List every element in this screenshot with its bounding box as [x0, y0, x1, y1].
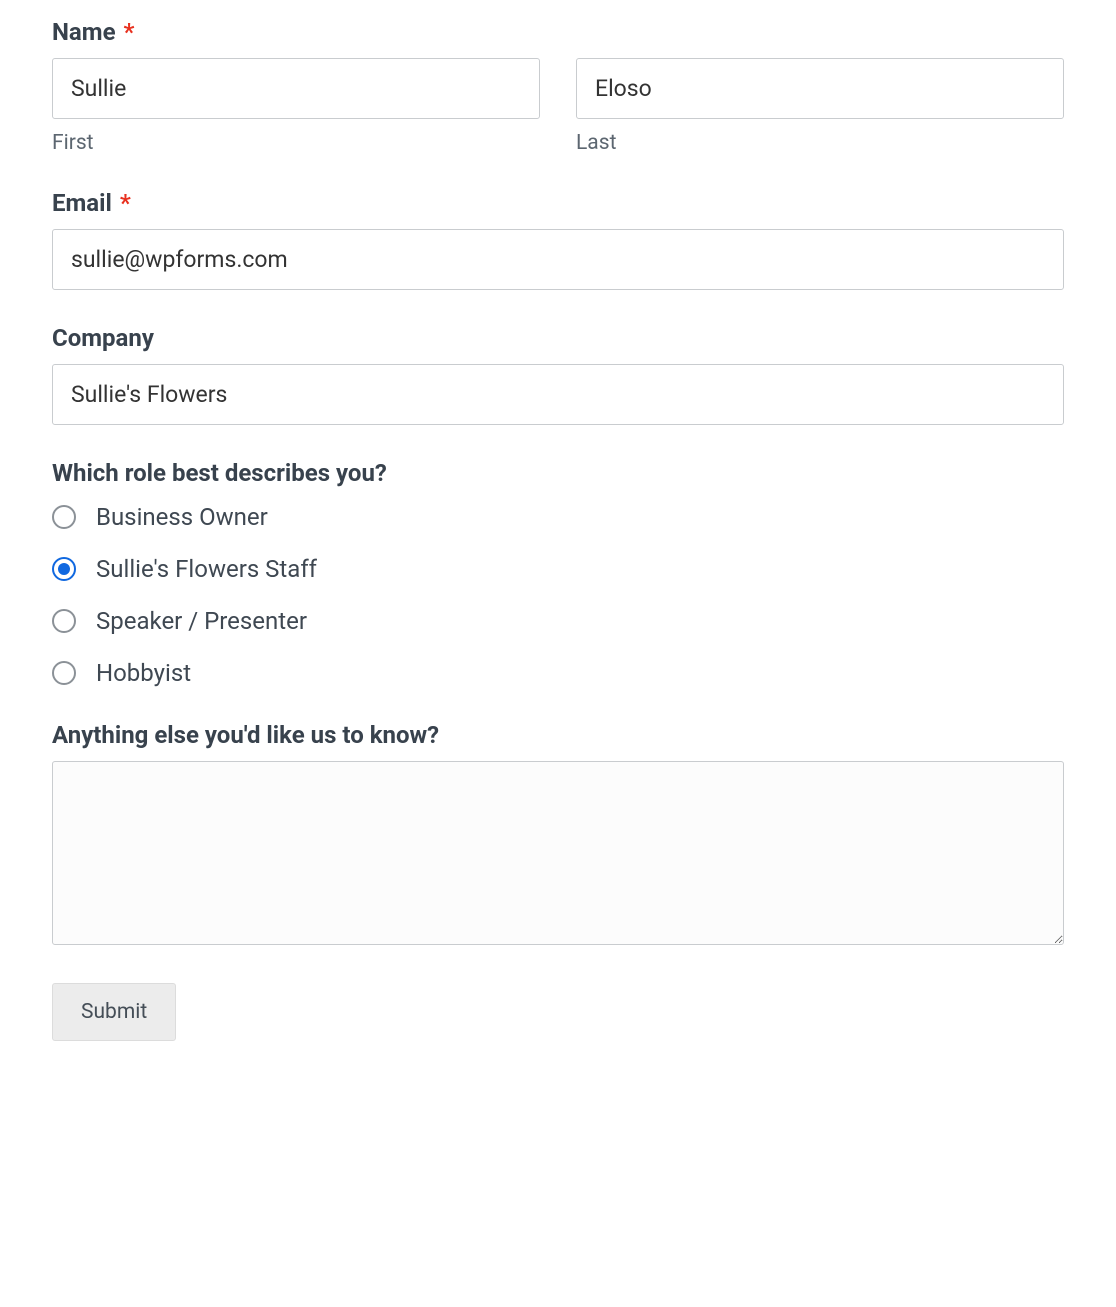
- comments-label: Anything else you'd like us to know?: [52, 721, 1064, 749]
- last-name-input[interactable]: [576, 58, 1064, 119]
- role-radio-label[interactable]: Business Owner: [96, 503, 268, 531]
- required-marker: *: [120, 189, 131, 217]
- role-radio-staff[interactable]: [52, 557, 76, 581]
- required-marker: *: [124, 18, 135, 46]
- comments-textarea[interactable]: [52, 761, 1064, 945]
- registration-form: Name * First Last Email * Company Which …: [52, 18, 1064, 1041]
- comments-field-group: Anything else you'd like us to know?: [52, 721, 1064, 949]
- role-label: Which role best describes you?: [52, 459, 1064, 487]
- role-radio-list: Business Owner Sullie's Flowers Staff Sp…: [52, 503, 1064, 687]
- last-name-sublabel: Last: [576, 131, 1064, 155]
- role-radio-speaker[interactable]: [52, 609, 76, 633]
- company-field-group: Company: [52, 324, 1064, 425]
- last-name-col: Last: [576, 58, 1064, 155]
- company-input[interactable]: [52, 364, 1064, 425]
- role-option-hobbyist[interactable]: Hobbyist: [52, 659, 1064, 687]
- role-radio-label[interactable]: Sullie's Flowers Staff: [96, 555, 317, 583]
- first-name-input[interactable]: [52, 58, 540, 119]
- role-field-group: Which role best describes you? Business …: [52, 459, 1064, 687]
- submit-button[interactable]: Submit: [52, 983, 176, 1041]
- role-radio-hobbyist[interactable]: [52, 661, 76, 685]
- role-option-speaker[interactable]: Speaker / Presenter: [52, 607, 1064, 635]
- company-label: Company: [52, 324, 1064, 352]
- email-label-text: Email: [52, 189, 112, 217]
- role-radio-label[interactable]: Hobbyist: [96, 659, 191, 687]
- role-radio-business-owner[interactable]: [52, 505, 76, 529]
- email-field-group: Email *: [52, 189, 1064, 290]
- name-label-text: Name: [52, 18, 116, 46]
- role-radio-label[interactable]: Speaker / Presenter: [96, 607, 307, 635]
- name-field-group: Name * First Last: [52, 18, 1064, 155]
- first-name-sublabel: First: [52, 131, 540, 155]
- role-option-business-owner[interactable]: Business Owner: [52, 503, 1064, 531]
- email-input[interactable]: [52, 229, 1064, 290]
- email-label: Email *: [52, 189, 1064, 217]
- name-label: Name *: [52, 18, 1064, 46]
- first-name-col: First: [52, 58, 540, 155]
- role-option-staff[interactable]: Sullie's Flowers Staff: [52, 555, 1064, 583]
- name-row: First Last: [52, 58, 1064, 155]
